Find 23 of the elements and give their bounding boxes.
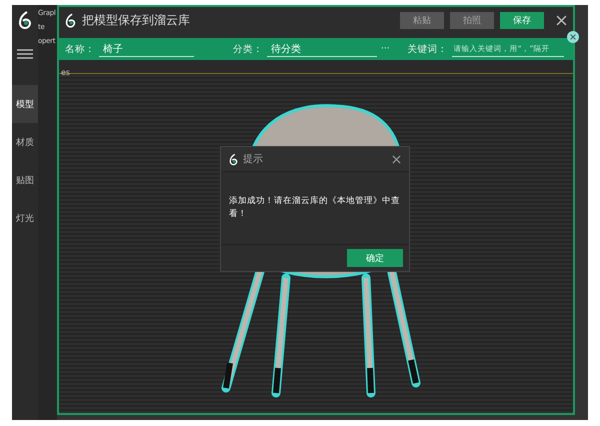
dialog-title: 把模型保存到溜云库	[82, 12, 190, 29]
confirm-button[interactable]: 确定	[347, 249, 403, 267]
name-field[interactable]: 椅子	[99, 42, 194, 56]
sidebar-item[interactable]: 贴图	[12, 161, 38, 199]
logo-icon	[65, 13, 76, 28]
alert-message: 添加成功！请在溜云库的《本地管理》中查看！	[229, 195, 401, 221]
field-label: 分类：	[233, 42, 263, 56]
sidebar-item[interactable]: 模型	[12, 85, 38, 123]
close-icon[interactable]	[556, 15, 567, 26]
alert-title: 提示	[243, 153, 263, 166]
field-label: 关键词：	[408, 42, 448, 56]
field-label: 名称：	[65, 42, 95, 56]
toolbar-button[interactable]: 拍照	[450, 12, 494, 29]
toolbar-button[interactable]: 保存	[500, 12, 544, 29]
sidebar-item[interactable]: 材质	[12, 123, 38, 161]
logo-icon	[229, 152, 238, 166]
toolbar-button[interactable]: 粘贴	[400, 12, 444, 29]
category-field[interactable]: 待分类	[267, 42, 377, 56]
close-icon[interactable]	[392, 154, 401, 164]
sidebar-item[interactable]: 灯光	[12, 199, 38, 237]
menu-icon[interactable]	[17, 49, 33, 59]
logo-icon	[18, 11, 32, 29]
more-button[interactable]: ···	[381, 44, 390, 54]
